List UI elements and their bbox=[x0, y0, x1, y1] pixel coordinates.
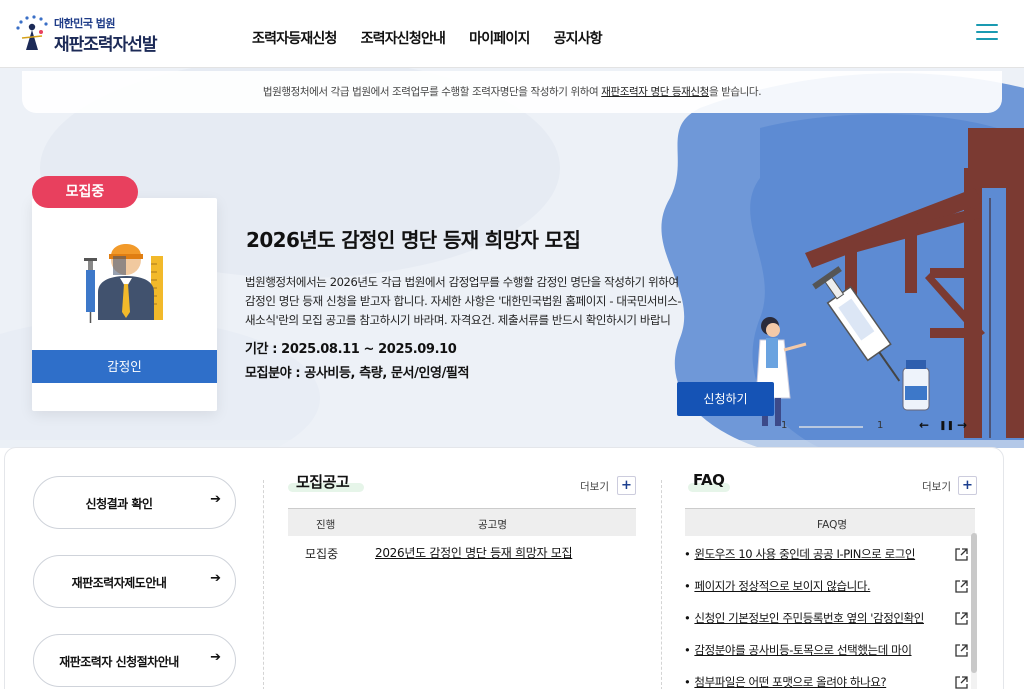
arrow-right-icon: ➔ bbox=[210, 571, 221, 586]
appraiser-icon bbox=[84, 244, 163, 323]
external-link-icon[interactable] bbox=[955, 548, 968, 561]
notice-text-before: 법원행정처에서 각급 법원에서 조력업무를 수행할 조력자명단을 작성하기 위하… bbox=[262, 86, 602, 98]
card-category-label: 감정인 bbox=[32, 350, 217, 383]
faq-item[interactable]: • 첨부파일은 어떤 포맷으로 올려야 하나요? bbox=[684, 674, 954, 689]
faq-item-text: 첨부파일은 어떤 포맷으로 올려야 하나요? bbox=[694, 675, 887, 689]
quick-link-label: 재판조력자 신청절차안내 bbox=[59, 655, 179, 669]
slide-current: 1 bbox=[781, 420, 788, 431]
faq-item-text: 윈도우즈 10 사용 중인데 공공 I-PIN으로 로그인 bbox=[694, 547, 916, 561]
faq-table-header: FAQ명 bbox=[685, 508, 975, 536]
nav-notices[interactable]: 공지사항 bbox=[554, 28, 603, 48]
slide-progress-bar bbox=[799, 426, 863, 428]
pause-icon[interactable]: ❚❚ bbox=[939, 421, 954, 431]
external-link-icon[interactable] bbox=[955, 676, 968, 689]
recruit-more-link[interactable]: 더보기 bbox=[580, 479, 609, 494]
divider bbox=[661, 480, 662, 689]
notice-text-after: 을 받습니다. bbox=[708, 86, 762, 98]
plus-icon[interactable]: + bbox=[617, 476, 636, 495]
recruit-card[interactable]: 감정인 bbox=[32, 198, 217, 411]
slide-total: 1 bbox=[877, 420, 884, 431]
court-emblem-icon bbox=[16, 15, 48, 50]
nav-mypage[interactable]: 마이페이지 bbox=[469, 28, 530, 48]
site-logo[interactable]: 대한민국 법원 재판조력자선발 bbox=[12, 14, 172, 56]
hero-banner: 법원행정처에서 각급 법원에서 조력업무를 수행할 조력자명단을 작성하기 위하… bbox=[0, 68, 1024, 448]
quick-link-label: 재판조력자제도안내 bbox=[71, 576, 167, 590]
recruit-table-header: 진행 공고명 bbox=[288, 508, 636, 536]
notice-bar: 법원행정처에서 각급 법원에서 조력업무를 수행할 조력자명단을 작성하기 위하… bbox=[22, 71, 1002, 113]
faq-item-text: 신청인 기본정보인 주민등록번호 옆의 '감정인확인 bbox=[694, 611, 924, 625]
quick-link-result-check[interactable]: 신청결과 확인 ➔ bbox=[33, 476, 236, 529]
row-status: 모집중 bbox=[305, 547, 339, 561]
hero-title: 2026년도 감정인 명단 등재 희망자 모집 bbox=[246, 228, 581, 252]
hero-fields: 모집분야 : 공사비등, 측량, 문서/인영/필적 bbox=[245, 366, 470, 381]
faq-item-text: 페이지가 정상적으로 보이지 않습니다. bbox=[694, 579, 871, 593]
next-arrow-icon[interactable]: → bbox=[957, 418, 967, 432]
hero-period: 기간 : 2025.08.11 ~ 2025.09.10 bbox=[245, 342, 457, 357]
external-link-icon[interactable] bbox=[955, 612, 968, 625]
quick-link-system-guide[interactable]: 재판조력자제도안내 ➔ bbox=[33, 555, 236, 608]
prev-arrow-icon[interactable]: ← bbox=[919, 418, 929, 432]
status-badge: 모집중 bbox=[32, 176, 138, 208]
faq-section-title: FAQ bbox=[693, 471, 725, 489]
col-title: 공고명 bbox=[478, 519, 507, 531]
external-link-icon[interactable] bbox=[955, 644, 968, 657]
faq-item-text: 감정분야를 공사비등-토목으로 선택했는데 마이 bbox=[694, 643, 912, 657]
nav-register-apply[interactable]: 조력자등재신청 bbox=[252, 28, 337, 48]
faq-item[interactable]: • 페이지가 정상적으로 보이지 않습니다. bbox=[684, 578, 954, 596]
external-link-icon[interactable] bbox=[955, 580, 968, 593]
apply-button[interactable]: 신청하기 bbox=[677, 382, 774, 416]
main-nav: 조력자등재신청 조력자신청안내 마이페이지 공지사항 bbox=[252, 28, 626, 48]
logo-subtitle: 대한민국 법원 bbox=[54, 17, 116, 30]
slide-controls: 1 1 ← ❚❚ → bbox=[781, 418, 981, 434]
recruit-section-title: 모집공고 bbox=[296, 473, 350, 491]
divider bbox=[263, 480, 264, 689]
hero-desc-line: 새소식'란의 모집 공고를 참고하시기 바라며. 자격요건. 제출서류를 반드시… bbox=[245, 313, 671, 327]
col-status: 진행 bbox=[316, 519, 336, 531]
arrow-right-icon: ➔ bbox=[210, 492, 221, 507]
plus-icon[interactable]: + bbox=[958, 476, 977, 495]
faq-item[interactable]: • 신청인 기본정보인 주민등록번호 옆의 '감정인확인 bbox=[684, 610, 954, 628]
hero-description: 법원행정처에서는 2026년도 각급 법원에서 감정업무를 수행할 감정인 명단… bbox=[245, 273, 755, 330]
faq-item[interactable]: • 감정분야를 공사비등-토목으로 선택했는데 마이 bbox=[684, 642, 954, 660]
hero-desc-line: 감정인 명단 등재 신청을 받고자 합니다. 자세한 사항은 '대한민국법원 홈… bbox=[245, 294, 682, 308]
col-faq-name: FAQ명 bbox=[817, 519, 847, 531]
row-title-link[interactable]: 2026년도 감정인 명단 등재 희망자 모집 bbox=[375, 544, 573, 561]
faq-item[interactable]: • 윈도우즈 10 사용 중인데 공공 I-PIN으로 로그인 bbox=[684, 546, 954, 564]
quick-link-procedure-guide[interactable]: 재판조력자 신청절차안내 ➔ bbox=[33, 634, 236, 687]
quick-link-label: 신청결과 확인 bbox=[85, 497, 153, 511]
menu-icon[interactable] bbox=[976, 24, 998, 42]
logo-title: 재판조력자선발 bbox=[54, 35, 157, 55]
hero-desc-line: 법원행정처에서는 2026년도 각급 법원에서 감정업무를 수행할 감정인 명단… bbox=[245, 275, 679, 289]
notice-link[interactable]: 재판조력자 명단 등재신청 bbox=[601, 86, 709, 98]
faq-more-link[interactable]: 더보기 bbox=[922, 479, 951, 494]
faq-scrollbar-thumb[interactable] bbox=[971, 533, 977, 673]
nav-apply-guide[interactable]: 조력자신청안내 bbox=[361, 28, 446, 48]
site-header: 대한민국 법원 재판조력자선발 조력자등재신청 조력자신청안내 마이페이지 공지… bbox=[0, 0, 1024, 68]
arrow-right-icon: ➔ bbox=[210, 650, 221, 665]
